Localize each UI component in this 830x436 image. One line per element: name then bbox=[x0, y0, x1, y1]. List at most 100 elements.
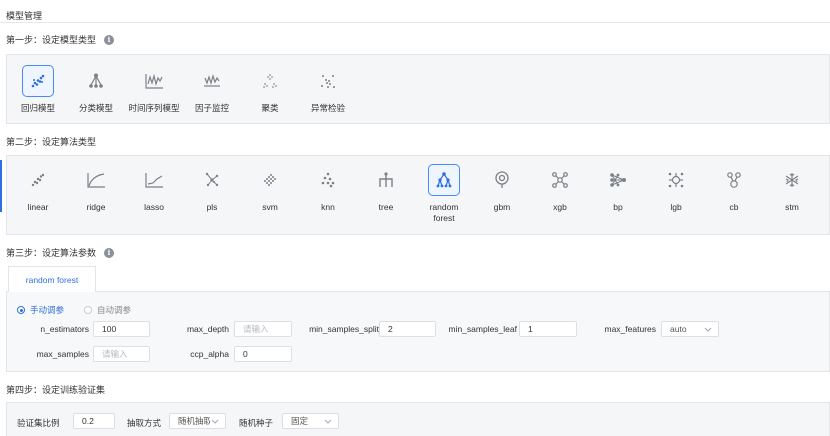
tree-icon bbox=[370, 164, 402, 196]
algo-bp[interactable]: bp bbox=[589, 164, 647, 213]
algo-xgb[interactable]: xgb bbox=[531, 164, 589, 213]
train-validation-panel: 验证集比例 0.2 抽取方式 随机抽取 随机种子 固定 bbox=[6, 402, 830, 436]
algo-label: linear bbox=[27, 202, 49, 212]
algo-label: svm bbox=[262, 202, 278, 212]
seed-label: 随机种子 bbox=[239, 418, 274, 428]
linear-scatter-icon bbox=[22, 164, 54, 196]
max-samples-input[interactable]: 请输入 bbox=[93, 346, 150, 362]
param-panel: 手动调参 自动调参 n_estimators 100 max_depth 请输入… bbox=[6, 292, 830, 372]
model-type-anomaly[interactable]: 异常检验 bbox=[299, 65, 357, 114]
min-samples-leaf-input[interactable]: 1 bbox=[519, 321, 577, 337]
algo-label: knn bbox=[321, 202, 335, 212]
max-depth-input[interactable]: 请输入 bbox=[234, 321, 292, 337]
left-accent-bar bbox=[0, 160, 2, 212]
model-type-factor[interactable]: 因子监控 bbox=[183, 65, 241, 114]
algo-random-forest[interactable]: random forest bbox=[415, 164, 473, 224]
auto-tuning-radio[interactable]: 自动调参 bbox=[84, 304, 131, 316]
algo-label: random forest bbox=[429, 202, 459, 223]
step1-title-text: 第一步：设定模型类型 bbox=[6, 35, 97, 45]
algo-label: stm bbox=[785, 202, 799, 212]
max-samples-label: max_samples bbox=[36, 349, 89, 359]
max-features-value: auto bbox=[670, 324, 687, 334]
algo-svm[interactable]: svm bbox=[241, 164, 299, 213]
algo-label: xgb bbox=[553, 202, 567, 212]
cluster-icon bbox=[254, 65, 286, 97]
chevron-down-icon bbox=[324, 419, 332, 424]
model-type-label: 异常检验 bbox=[310, 103, 345, 113]
info-circle-icon[interactable]: i bbox=[104, 247, 115, 258]
step3-title: 第三步：设定算法参数 i bbox=[6, 246, 115, 259]
page-title: 模型管理 bbox=[6, 11, 43, 21]
stm-icon bbox=[776, 164, 808, 196]
model-type-classification[interactable]: 分类模型 bbox=[67, 65, 125, 114]
method-value: 随机抽取 bbox=[178, 416, 210, 426]
lasso-curve-icon bbox=[138, 164, 170, 196]
cb-icon bbox=[718, 164, 750, 196]
anomaly-detection-icon bbox=[312, 65, 344, 97]
algo-stm[interactable]: stm bbox=[763, 164, 821, 213]
algo-label: lasso bbox=[144, 202, 164, 212]
step2-title-text: 第二步：设定算法类型 bbox=[6, 137, 97, 147]
ratio-input[interactable]: 0.2 bbox=[73, 413, 115, 429]
algo-ridge[interactable]: ridge bbox=[67, 164, 125, 213]
min-samples-split-input[interactable]: 2 bbox=[379, 321, 436, 337]
scatter-regression-icon bbox=[22, 65, 54, 97]
method-label: 抽取方式 bbox=[127, 418, 162, 428]
n-estimators-input[interactable]: 100 bbox=[93, 321, 150, 337]
algo-pls[interactable]: pls bbox=[183, 164, 241, 213]
knn-icon bbox=[312, 164, 344, 196]
algo-cb[interactable]: cb bbox=[705, 164, 763, 213]
ridge-curve-icon bbox=[80, 164, 112, 196]
algo-lasso[interactable]: lasso bbox=[125, 164, 183, 213]
svm-icon bbox=[254, 164, 286, 196]
model-type-regression[interactable]: 回归模型 bbox=[9, 65, 67, 114]
algo-label: bp bbox=[613, 202, 623, 212]
model-type-panel: 回归模型 分类模型 时间序列模型 因子监控 聚类 异常检验 bbox=[6, 54, 830, 124]
seed-value: 固定 bbox=[291, 416, 309, 426]
algorithm-type-panel: linear ridge lasso pls svm knn tree rand… bbox=[6, 155, 830, 235]
seed-select[interactable]: 固定 bbox=[282, 413, 339, 429]
max-features-label: max_features bbox=[604, 324, 657, 334]
ratio-label: 验证集比例 bbox=[17, 418, 60, 428]
radio-label: 手动调参 bbox=[30, 305, 65, 315]
radio-label: 自动调参 bbox=[97, 305, 132, 315]
pls-icon bbox=[196, 164, 228, 196]
tab-random-forest[interactable]: random forest bbox=[8, 266, 96, 293]
factor-monitor-icon bbox=[196, 65, 228, 97]
radio-dot bbox=[17, 306, 25, 314]
step2-title: 第二步：设定算法类型 bbox=[6, 135, 96, 148]
model-type-cluster[interactable]: 聚类 bbox=[241, 65, 299, 114]
max-features-select[interactable]: auto bbox=[661, 321, 719, 337]
algo-gbm[interactable]: gbm bbox=[473, 164, 531, 213]
manual-tuning-radio[interactable]: 手动调参 bbox=[17, 304, 64, 316]
model-type-label: 回归模型 bbox=[20, 103, 55, 113]
model-type-timeseries[interactable]: 时间序列模型 bbox=[125, 65, 183, 114]
title-divider bbox=[0, 22, 830, 23]
algo-label: lgb bbox=[670, 202, 682, 212]
model-type-label: 分类模型 bbox=[78, 103, 113, 113]
step4-title: 第四步：设定训练验证集 bbox=[6, 383, 105, 396]
algo-label: cb bbox=[729, 202, 739, 212]
xgb-icon bbox=[544, 164, 576, 196]
algo-knn[interactable]: knn bbox=[299, 164, 357, 213]
algo-label: ridge bbox=[86, 202, 106, 212]
random-forest-icon bbox=[428, 164, 460, 196]
chevron-down-icon bbox=[704, 327, 712, 332]
model-type-label: 时间序列模型 bbox=[128, 103, 180, 113]
step3-title-text: 第三步：设定算法参数 bbox=[6, 248, 97, 258]
algo-linear[interactable]: linear bbox=[9, 164, 67, 213]
param-tabbar: random forest bbox=[6, 266, 830, 293]
method-select[interactable]: 随机抽取 bbox=[169, 413, 226, 429]
algo-label: gbm bbox=[493, 202, 511, 212]
ccp-alpha-label: ccp_alpha bbox=[190, 349, 229, 359]
chevron-down-icon bbox=[211, 419, 219, 424]
min-samples-split-label: min_samples_split bbox=[309, 324, 379, 334]
bp-network-icon bbox=[602, 164, 634, 196]
model-type-label: 因子监控 bbox=[194, 103, 229, 113]
algo-lgb[interactable]: lgb bbox=[647, 164, 705, 213]
ccp-alpha-input[interactable]: 0 bbox=[234, 346, 292, 362]
radio-dot bbox=[84, 306, 92, 314]
algo-tree[interactable]: tree bbox=[357, 164, 415, 213]
algo-label: pls bbox=[206, 202, 218, 212]
info-circle-icon[interactable]: i bbox=[104, 34, 115, 45]
